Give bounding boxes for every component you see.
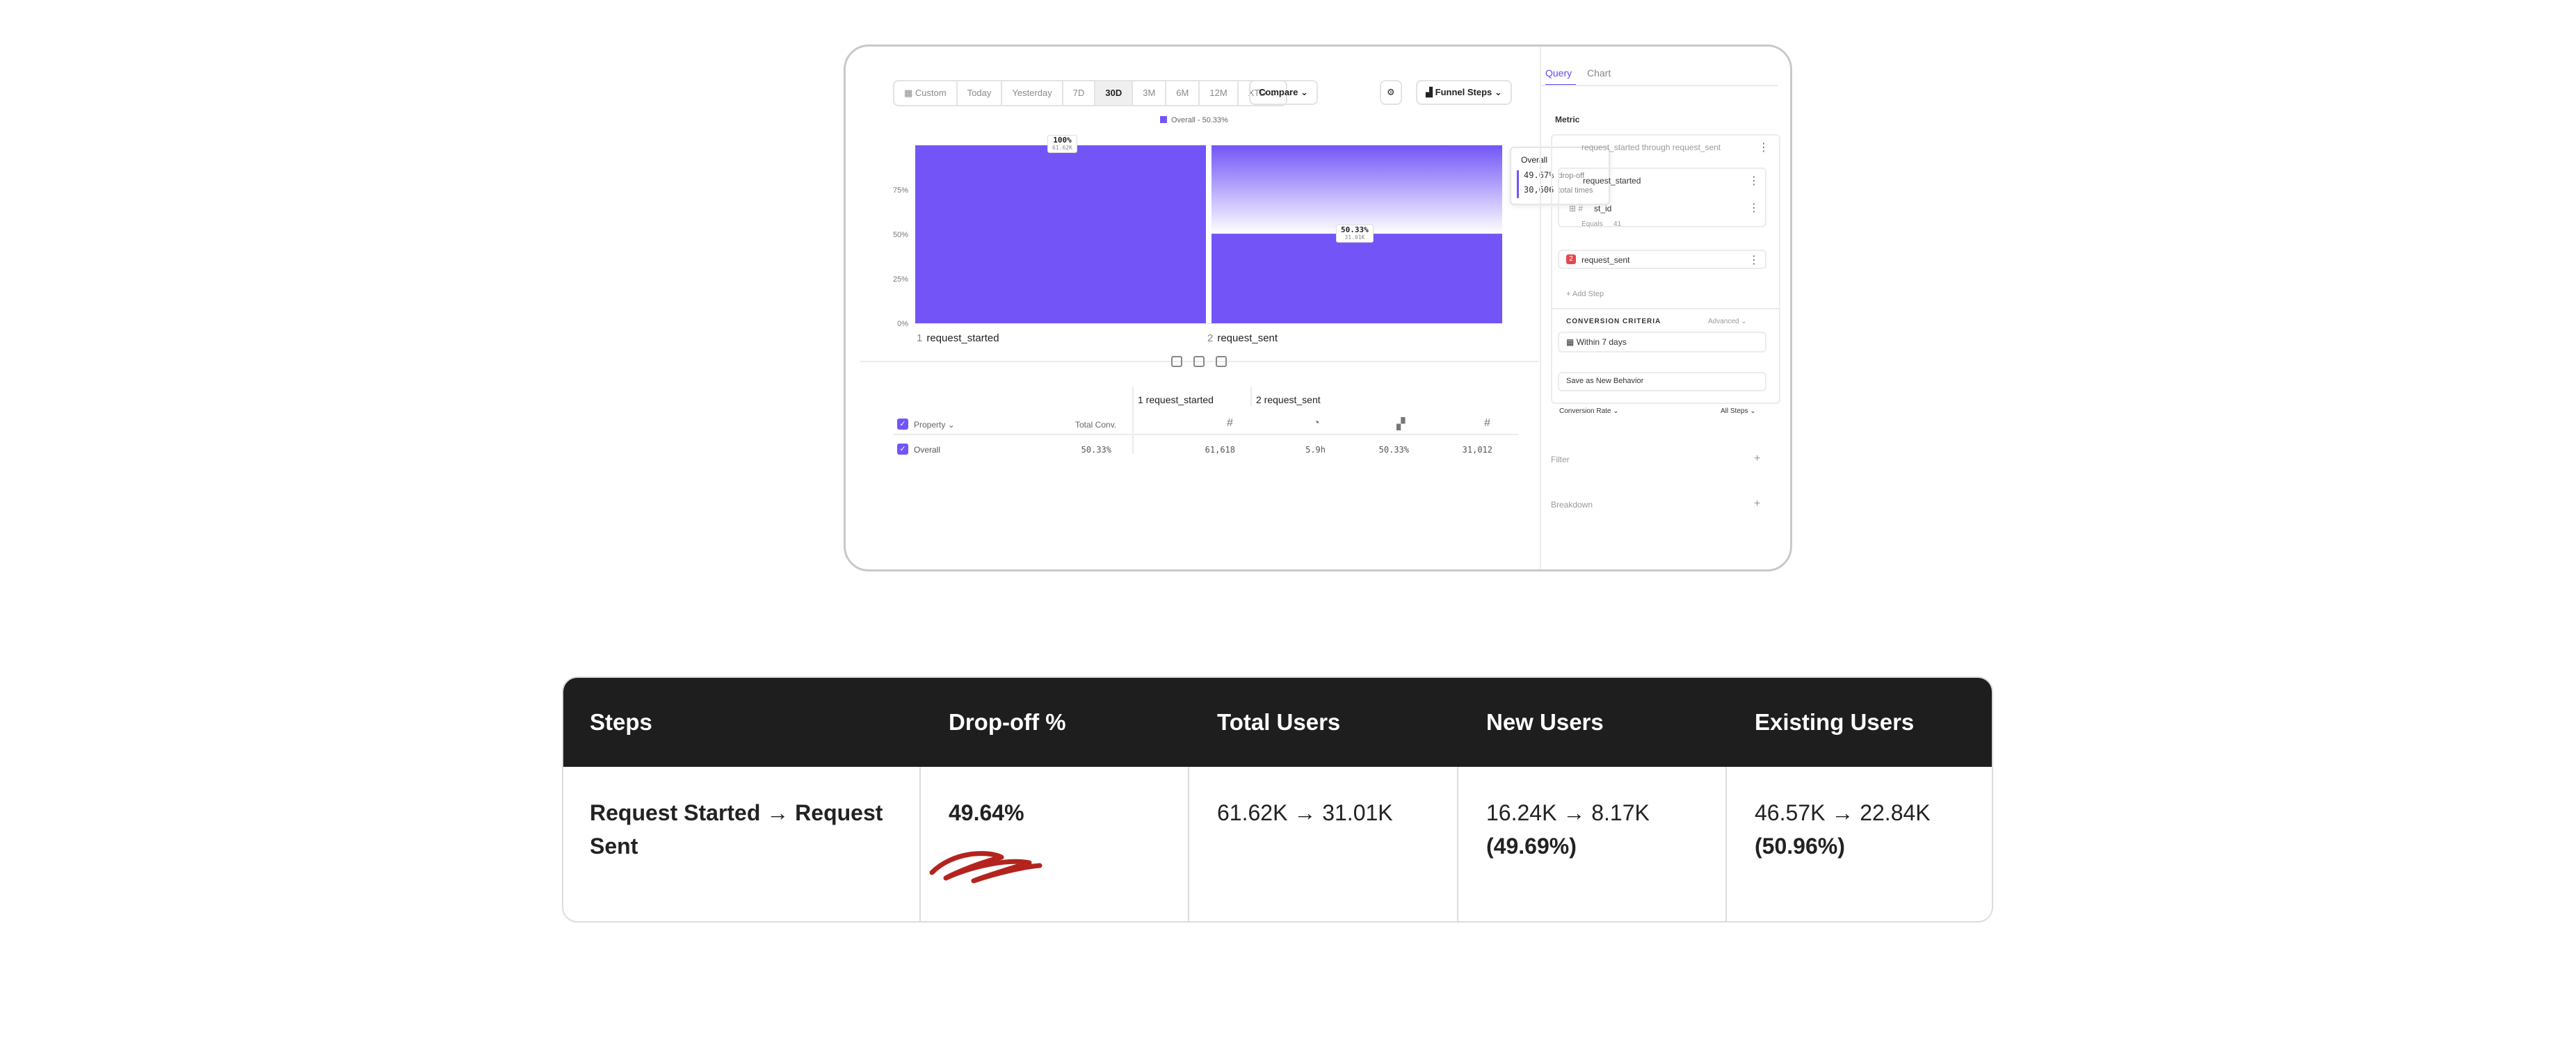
add-breakdown-plus-icon[interactable]: +: [1754, 498, 1760, 510]
cell-dropoff: 49.64%: [949, 800, 1024, 825]
advanced-label: Advanced: [1708, 318, 1739, 325]
metric-title[interactable]: request_started through request_sent: [1581, 143, 1721, 152]
select-all-checkbox[interactable]: ✓: [897, 419, 908, 430]
metric-menu-icon[interactable]: ⋮: [1758, 140, 1769, 154]
x-step1-name: request_started: [926, 332, 999, 344]
conversion-chart-icon: ▞: [1396, 419, 1406, 430]
criteria-divider: [1552, 308, 1779, 309]
x-step2-index: 2: [1207, 332, 1214, 344]
existing-users-pct: (50.96%): [1755, 834, 1845, 859]
x-label-step1: 1 request_started: [917, 332, 999, 344]
header-existing-users: Existing Users: [1755, 709, 1915, 735]
col-divider-2: [1188, 767, 1189, 921]
tab-divider: [1541, 85, 1778, 86]
x-step1-index: 1: [917, 332, 923, 344]
row-total-conv: 50.33%: [1081, 445, 1111, 455]
bar1-count: 61.62K: [1052, 145, 1072, 151]
filter-operator[interactable]: Equals: [1581, 220, 1603, 228]
bar2-count: 31.01K: [1344, 234, 1365, 241]
advanced-dropdown[interactable]: Advanced ⌄: [1708, 318, 1747, 325]
table-col-divider: [1132, 387, 1134, 454]
header-steps: Steps: [590, 709, 652, 735]
funnel-bar-request_started[interactable]: [915, 145, 1206, 323]
breakdown-section-label: Breakdown: [1551, 500, 1593, 510]
bar2-pct: 50.33%: [1341, 225, 1369, 234]
row-overall-label: Overall: [914, 445, 941, 455]
conversion-rate-label: Conversion Rate: [1559, 407, 1611, 415]
all-steps-dropdown[interactable]: All Steps ⌄: [1721, 407, 1756, 415]
header-new-users: New Users: [1486, 709, 1604, 735]
add-step-button[interactable]: + Add Step: [1566, 290, 1604, 298]
cell-existing-users: 46.57K → 22.84K (50.96%): [1755, 796, 1931, 863]
view-chart-icon[interactable]: [1193, 356, 1205, 367]
step2-name[interactable]: request_sent: [1581, 255, 1629, 265]
header-total-users: Total Users: [1217, 709, 1341, 735]
row-step2-pct: 50.33%: [1378, 445, 1409, 455]
col-divider-1: [919, 767, 921, 921]
all-steps-label: All Steps: [1721, 407, 1748, 415]
table-step1-header: 1 request_started: [1138, 394, 1214, 405]
tooltip-accent-line: [1517, 170, 1519, 198]
step2-menu-icon[interactable]: ⋮: [1748, 253, 1760, 267]
metric-label: Metric: [1555, 115, 1580, 124]
property-header[interactable]: Property ⌄: [914, 420, 955, 430]
funnel-chart: [915, 145, 1502, 324]
table-row-divider: [893, 434, 1519, 435]
tab-query[interactable]: Query: [1545, 67, 1572, 79]
new-users-pct: (49.69%): [1486, 834, 1577, 859]
count-hash-icon: #: [1227, 417, 1233, 429]
funnel-bar-request_sent[interactable]: [1211, 234, 1502, 323]
time-clock-icon: ◔: [1313, 417, 1320, 429]
step1-menu-icon[interactable]: ⋮: [1748, 174, 1760, 188]
within-label: Within 7 days: [1576, 337, 1627, 347]
conversion-criteria-label: CONVERSION CRITERIA: [1566, 318, 1661, 325]
view-table-icon[interactable]: [1216, 356, 1227, 367]
row-overall-checkbox[interactable]: ✓: [897, 444, 908, 455]
calendar-icon-small: ▦: [1566, 337, 1575, 347]
row-step2-time: 5.9h: [1305, 445, 1326, 455]
bar1-value-tag: 100% 61.62K: [1047, 135, 1077, 153]
within-field[interactable]: ▦ Within 7 days: [1566, 337, 1627, 347]
property-header-label: Property: [914, 420, 946, 430]
add-filter-plus-icon[interactable]: +: [1754, 453, 1760, 465]
filter-value[interactable]: 41: [1613, 220, 1621, 228]
existing-users-value: 46.57K → 22.84K: [1755, 800, 1931, 825]
bar2-value-tag: 50.33% 31.01K: [1336, 225, 1374, 243]
col-divider-4: [1725, 767, 1727, 921]
query-panel: Query Chart Metric request_started throu…: [1540, 47, 1790, 569]
filter-menu-icon[interactable]: ⋮: [1748, 201, 1760, 215]
step2-number-badge: 2: [1566, 254, 1576, 264]
cell-total-users: 61.62K → 31.01K: [1217, 800, 1393, 825]
row-step2-count: 31,012: [1462, 445, 1492, 455]
row-step1-count: 61,618: [1205, 445, 1235, 455]
tab-chart[interactable]: Chart: [1587, 67, 1611, 79]
save-behavior-button[interactable]: Save as New Behavior: [1566, 377, 1643, 385]
total-conv-header: Total Conv.: [1075, 420, 1117, 430]
summary-table: Steps Drop-off % Total Users New Users E…: [562, 676, 1993, 923]
dropoff-area-2[interactable]: [1211, 145, 1502, 234]
x-step2-name: request_sent: [1217, 332, 1278, 344]
table-step2-header: 2 request_sent: [1256, 394, 1321, 405]
table-step-divider: [1250, 387, 1252, 407]
new-users-value: 16.24K → 8.17K: [1486, 800, 1650, 825]
summary-header-row: Steps Drop-off % Total Users New Users E…: [563, 678, 1992, 767]
view-split-icon[interactable]: [1171, 356, 1182, 367]
cell-new-users: 16.24K → 8.17K (49.69%): [1486, 796, 1650, 863]
filter-property[interactable]: st_id: [1594, 204, 1611, 213]
x-label-step2: 2 request_sent: [1207, 332, 1278, 344]
count-hash-icon-2: #: [1484, 417, 1490, 429]
app-window: ▦ Custom Today Yesterday 7D 30D 3M 6M 12…: [844, 44, 1792, 571]
red-scribble-annotation: [929, 851, 1043, 884]
col-divider-3: [1457, 767, 1458, 921]
conversion-rate-dropdown[interactable]: Conversion Rate ⌄: [1559, 407, 1619, 415]
header-dropoff: Drop-off %: [949, 709, 1066, 735]
cell-steps: Request Started → Request Sent: [590, 800, 883, 859]
chart-area: ▦ Custom Today Yesterday 7D 30D 3M 6M 12…: [846, 47, 1610, 569]
filter-hash-icon: ⊞ #: [1569, 204, 1584, 213]
bar1-pct: 100%: [1053, 136, 1072, 145]
step1-name[interactable]: request_started: [1583, 176, 1641, 186]
filter-section-label: Filter: [1551, 455, 1570, 464]
